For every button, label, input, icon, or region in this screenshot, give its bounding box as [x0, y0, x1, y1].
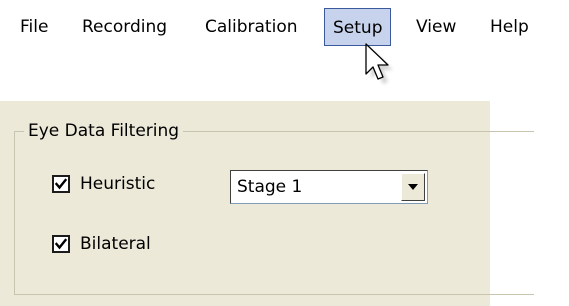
bilateral-row: Bilateral — [52, 234, 151, 254]
stage-dropdown-button[interactable] — [401, 173, 425, 201]
bilateral-label: Bilateral — [80, 234, 151, 254]
heuristic-row: Heuristic — [52, 174, 155, 194]
heuristic-checkbox[interactable] — [52, 175, 70, 193]
stage-select-value: Stage 1 — [237, 177, 303, 197]
stage-select[interactable]: Stage 1 — [230, 170, 428, 204]
chevron-down-icon — [408, 184, 418, 190]
menu-file[interactable]: File — [12, 8, 56, 46]
settings-panel: Eye Data Filtering Heuristic Bilateral S… — [0, 101, 534, 306]
bilateral-checkbox[interactable] — [52, 235, 70, 253]
menu-view[interactable]: View — [408, 8, 464, 46]
eye-data-filtering-group — [14, 131, 534, 295]
check-icon — [54, 238, 68, 250]
menu-bar: File Recording Calibration Setup View He… — [0, 0, 569, 60]
menu-setup[interactable]: Setup — [324, 8, 392, 46]
menu-help[interactable]: Help — [482, 8, 537, 46]
menu-recording[interactable]: Recording — [74, 8, 175, 46]
menu-calibration[interactable]: Calibration — [197, 8, 306, 46]
check-icon — [54, 178, 68, 190]
arrow-pointer-icon — [365, 43, 393, 84]
group-title: Eye Data Filtering — [24, 119, 184, 143]
heuristic-label: Heuristic — [80, 174, 156, 194]
